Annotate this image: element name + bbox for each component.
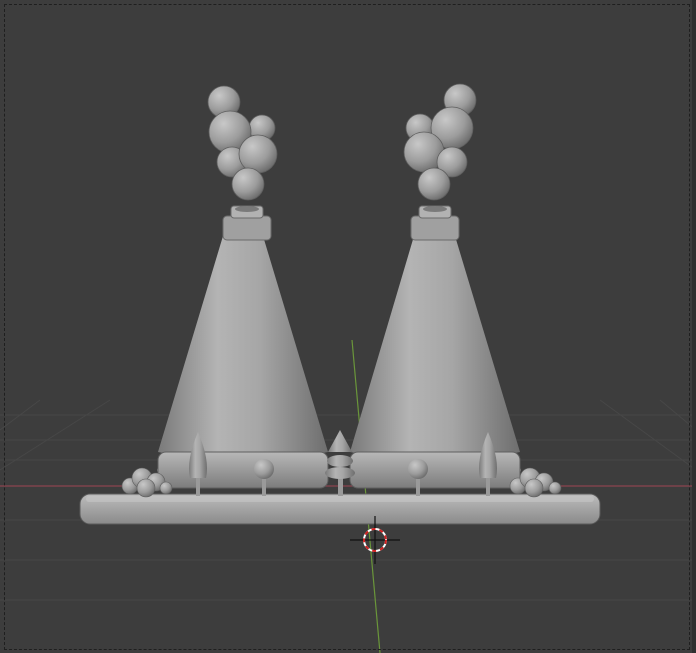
smoke-left[interactable] — [207, 85, 278, 201]
cooling-tower-right[interactable] — [349, 205, 521, 489]
power-plant-base[interactable] — [79, 493, 601, 525]
smoke-right[interactable] — [403, 83, 477, 201]
viewport-gutter — [692, 0, 696, 653]
cooling-tower-left[interactable] — [157, 205, 329, 489]
viewport-canvas[interactable] — [0, 0, 696, 653]
3d-viewport[interactable] — [0, 0, 696, 653]
